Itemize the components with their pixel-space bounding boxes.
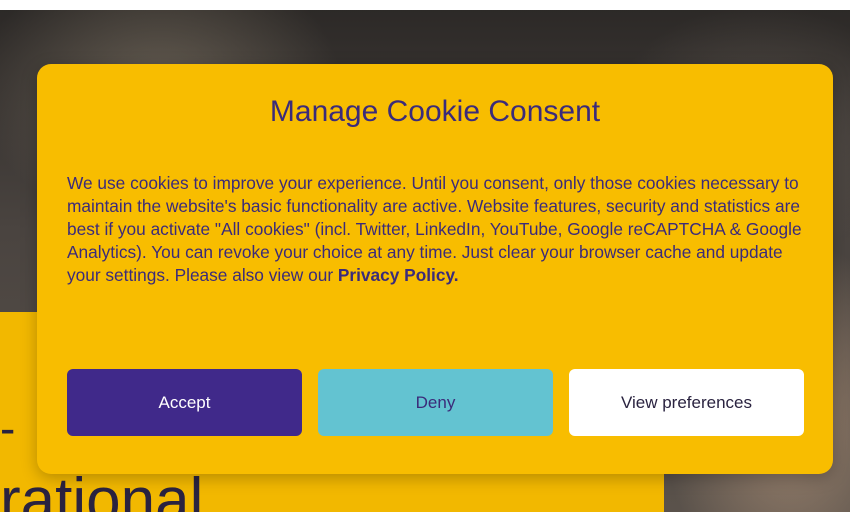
top-edge [0,0,850,10]
background-dash: - [0,402,16,454]
accept-button[interactable]: Accept [67,369,302,436]
deny-button[interactable]: Deny [318,369,553,436]
dialog-body: We use cookies to improve your experienc… [67,172,807,287]
background-heading: rational [0,466,204,512]
page: - rational Manage Cookie Consent We use … [0,0,850,512]
privacy-policy-link[interactable]: Privacy Policy. [338,265,459,285]
cookie-consent-dialog: Manage Cookie Consent We use cookies to … [37,64,833,474]
dialog-title: Manage Cookie Consent [269,95,601,128]
view-preferences-button[interactable]: View preferences [569,369,804,436]
